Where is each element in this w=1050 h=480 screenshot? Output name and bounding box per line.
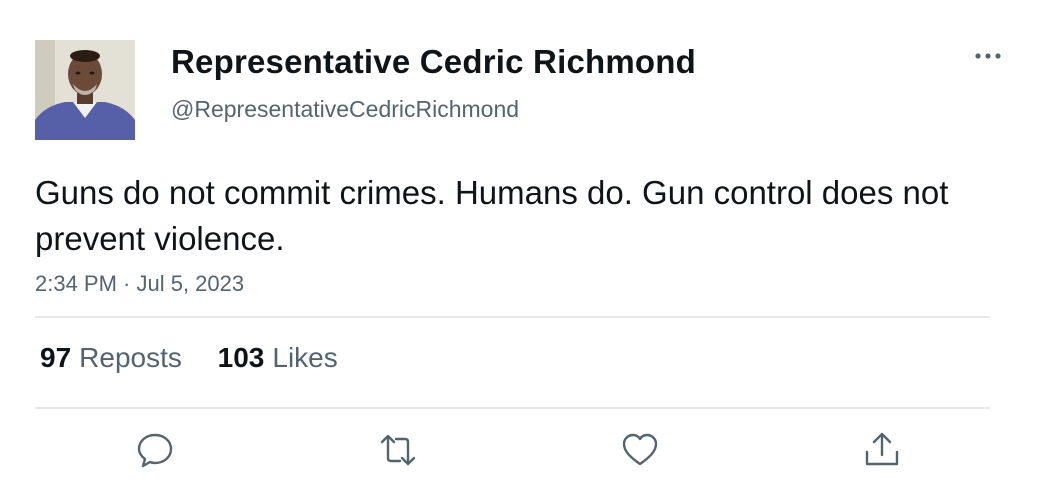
tweet-text: Guns do not commit crimes. Humans do. Gu…: [35, 174, 949, 257]
repost-icon: [380, 434, 416, 466]
share-button[interactable]: [862, 430, 902, 470]
repost-button[interactable]: [378, 430, 418, 470]
reposts-stat[interactable]: 97 Reposts: [40, 342, 182, 374]
likes-count: 103: [217, 342, 265, 373]
more-options-button[interactable]: [968, 44, 1008, 68]
like-button[interactable]: [620, 430, 660, 470]
divider: [35, 316, 990, 318]
ellipsis-icon: [975, 53, 1001, 59]
profile-photo-icon: [35, 40, 135, 140]
reposts-label: Reposts: [79, 342, 182, 373]
tweet-timestamp[interactable]: 2:34 PM · Jul 5, 2023: [35, 271, 244, 297]
divider: [35, 407, 990, 409]
reposts-count: 97: [40, 342, 72, 373]
tweet-card: Representative Cedric Richmond @Represen…: [0, 0, 1050, 480]
engagement-stats: 97 Reposts 103 Likes: [40, 342, 366, 374]
author-handle[interactable]: @RepresentativeCedricRichmond: [171, 96, 519, 123]
like-icon: [622, 433, 658, 466]
avatar[interactable]: [35, 40, 135, 140]
likes-stat[interactable]: 103 Likes: [218, 342, 338, 374]
author-display-name[interactable]: Representative Cedric Richmond: [171, 43, 696, 81]
likes-label: Likes: [272, 342, 338, 373]
share-icon: [865, 432, 899, 466]
reply-icon: [137, 433, 173, 468]
reply-button[interactable]: [135, 430, 175, 470]
